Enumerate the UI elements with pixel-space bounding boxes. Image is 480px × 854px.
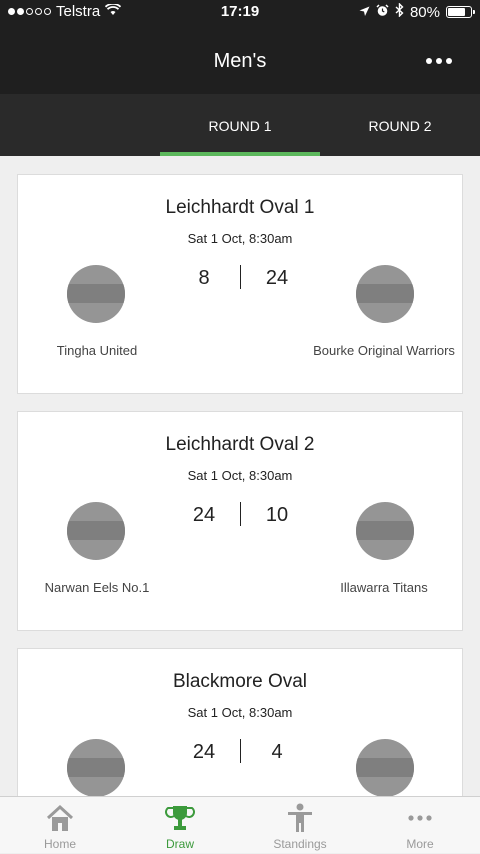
match-date: Sat 1 Oct, 8:30am bbox=[187, 231, 293, 246]
nav-more[interactable]: More bbox=[360, 797, 480, 854]
match-venue: Leichhardt Oval 2 bbox=[165, 434, 315, 455]
home-score: 24 bbox=[192, 504, 216, 526]
bottom-tab-bar: Home Draw Standings More bbox=[0, 796, 480, 853]
nav-draw-label: Draw bbox=[165, 837, 194, 851]
bluetooth-icon bbox=[395, 2, 404, 21]
match-date: Sat 1 Oct, 8:30am bbox=[187, 705, 293, 720]
score-divider bbox=[240, 739, 241, 763]
away-score: 24 bbox=[265, 267, 289, 289]
home-score: 8 bbox=[198, 267, 210, 289]
round-tabs: ROUND 1 ROUND 2 bbox=[0, 94, 480, 156]
away-team-logo bbox=[356, 739, 414, 796]
nav-more-label: More bbox=[406, 837, 434, 851]
tab-round-1[interactable]: ROUND 1 bbox=[160, 94, 320, 156]
ellipsis-icon bbox=[426, 58, 432, 64]
person-icon bbox=[288, 803, 312, 832]
match-list[interactable]: Leichhardt Oval 1 Sat 1 Oct, 8:30am 8 24… bbox=[0, 156, 480, 796]
more-icon bbox=[408, 815, 432, 821]
home-icon bbox=[46, 804, 74, 831]
match-venue: Blackmore Oval bbox=[172, 671, 308, 692]
nav-draw[interactable]: Draw bbox=[120, 797, 240, 854]
nav-home[interactable]: Home bbox=[0, 797, 120, 854]
home-team-name: Narwan Eels No.1 bbox=[44, 580, 150, 595]
status-right: 80% bbox=[359, 2, 475, 21]
away-team-name: Bourke Original Warriors bbox=[313, 343, 455, 358]
match-card[interactable]: Blackmore Oval Sat 1 Oct, 8:30am 24 4 bbox=[17, 648, 463, 796]
page-title: Men's bbox=[213, 50, 267, 72]
nav-home-label: Home bbox=[43, 837, 76, 851]
home-team-logo bbox=[67, 502, 125, 560]
away-team-logo bbox=[356, 265, 414, 323]
match-date: Sat 1 Oct, 8:30am bbox=[187, 468, 293, 483]
match-card[interactable]: Leichhardt Oval 2 Sat 1 Oct, 8:30am 24 1… bbox=[17, 411, 463, 631]
away-score: 4 bbox=[271, 741, 283, 763]
match-venue: Leichhardt Oval 1 bbox=[165, 197, 315, 218]
away-team-name: Illawarra Titans bbox=[340, 580, 428, 595]
score-divider bbox=[240, 265, 241, 289]
alarm-icon bbox=[376, 3, 389, 21]
away-team-logo bbox=[356, 502, 414, 560]
status-bar: Telstra 17:19 80% bbox=[0, 0, 480, 24]
more-options-button[interactable] bbox=[426, 58, 452, 64]
match-card[interactable]: Leichhardt Oval 1 Sat 1 Oct, 8:30am 8 24… bbox=[17, 174, 463, 394]
home-team-name: Tingha United bbox=[56, 343, 138, 358]
home-score: 24 bbox=[192, 741, 216, 763]
home-team-logo bbox=[67, 265, 125, 323]
home-team-logo bbox=[67, 739, 125, 796]
score-divider bbox=[240, 502, 241, 526]
trophy-icon bbox=[165, 806, 195, 830]
battery-icon bbox=[446, 6, 475, 18]
tab-round-2[interactable]: ROUND 2 bbox=[320, 94, 480, 156]
battery-percent-label: 80% bbox=[409, 3, 440, 21]
app-header: Men's bbox=[0, 24, 480, 94]
nav-standings[interactable]: Standings bbox=[240, 797, 360, 854]
location-arrow-icon bbox=[359, 4, 370, 21]
nav-standings-label: Standings bbox=[273, 837, 327, 851]
away-score: 10 bbox=[265, 504, 289, 526]
